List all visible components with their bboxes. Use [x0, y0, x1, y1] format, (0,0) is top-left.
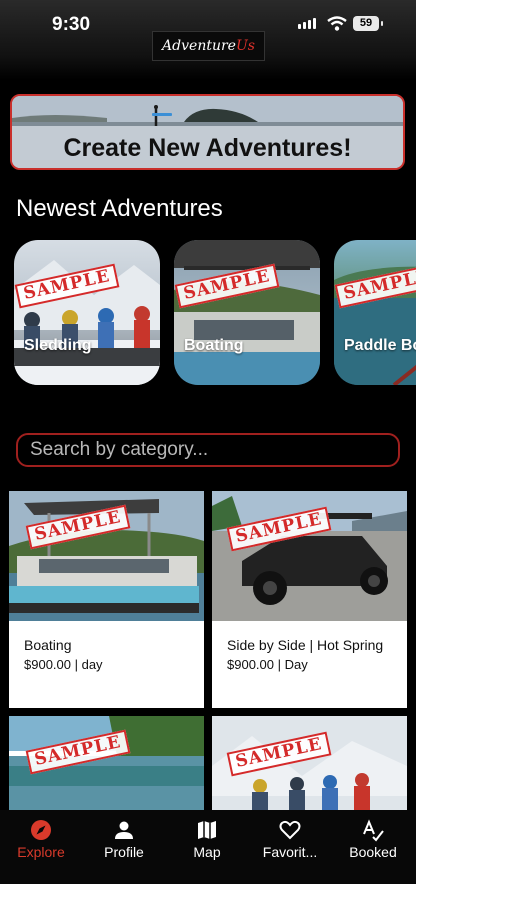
- signal-icon: [298, 18, 316, 29]
- listing-card-boating[interactable]: SAMPLE Boating $900.00 | day: [9, 491, 204, 708]
- tab-label: Booked: [349, 844, 397, 860]
- tab-map[interactable]: Map: [169, 818, 245, 860]
- listing-price: $900.00 | day: [24, 657, 103, 672]
- tab-favorites[interactable]: Favorit...: [252, 818, 328, 860]
- listing-card-side-by-side[interactable]: SAMPLE Side by Side | Hot Spring $900.00…: [212, 491, 407, 708]
- logo-text: Adventure: [162, 38, 236, 54]
- app-logo: Adventure Us: [152, 31, 265, 61]
- listing-title: Side by Side | Hot Spring: [227, 637, 384, 653]
- tab-explore[interactable]: Explore: [3, 818, 79, 860]
- newest-adventures-carousel[interactable]: SAMPLE Sledding SAMPLE Boating SAMPLE Pa…: [14, 240, 416, 386]
- sledding-photo: [14, 260, 160, 385]
- compass-icon: [31, 820, 51, 840]
- heart-icon: [279, 820, 301, 840]
- booked-icon: [363, 819, 384, 842]
- listing-title: Boating: [24, 637, 72, 653]
- tab-label: Map: [193, 844, 221, 860]
- battery-level: 59: [359, 17, 373, 29]
- tile-label: Paddle Bo: [344, 337, 416, 354]
- tab-label: Explore: [17, 844, 65, 860]
- tab-label: Profile: [104, 844, 144, 860]
- adventure-tile-sledding[interactable]: SAMPLE Sledding: [14, 240, 160, 385]
- category-search-box[interactable]: [16, 433, 400, 467]
- tab-label: Favorit...: [262, 844, 318, 860]
- adventure-tile-paddle-boarding[interactable]: SAMPLE Paddle Bo: [334, 240, 416, 385]
- status-time: 9:30: [52, 14, 91, 35]
- wifi-icon: [327, 16, 347, 31]
- logo-accent-text: Us: [235, 38, 255, 54]
- paddle-photo: [334, 266, 416, 385]
- person-icon: [115, 821, 133, 839]
- tab-profile[interactable]: Profile: [86, 818, 162, 860]
- battery-icon: 59: [353, 16, 383, 31]
- newest-adventures-heading: Newest Adventures: [16, 195, 223, 222]
- map-icon: [198, 821, 216, 839]
- tab-booked[interactable]: Booked: [335, 818, 411, 860]
- tile-label: Boating: [184, 337, 244, 354]
- tile-label: Sledding: [24, 337, 92, 354]
- banner-title: Create New Adventures!: [63, 134, 352, 162]
- phone-screen: 9:30 59 Adventure Us Create New Adventure…: [0, 0, 416, 884]
- status-bar: 9:30 59 Adventure Us: [0, 0, 416, 80]
- listing-card-snow[interactable]: SAMPLE: [212, 716, 407, 816]
- adventure-tile-boating[interactable]: SAMPLE Boating: [174, 240, 320, 385]
- boating-photo: [174, 240, 320, 385]
- listing-price: $900.00 | Day: [227, 657, 308, 672]
- create-adventure-banner[interactable]: Create New Adventures!: [10, 94, 405, 170]
- listing-card-lake[interactable]: SAMPLE: [9, 716, 204, 816]
- category-search-input[interactable]: [28, 438, 388, 462]
- bottom-tab-bar: Explore Profile Map Favorit... Booked: [0, 810, 416, 884]
